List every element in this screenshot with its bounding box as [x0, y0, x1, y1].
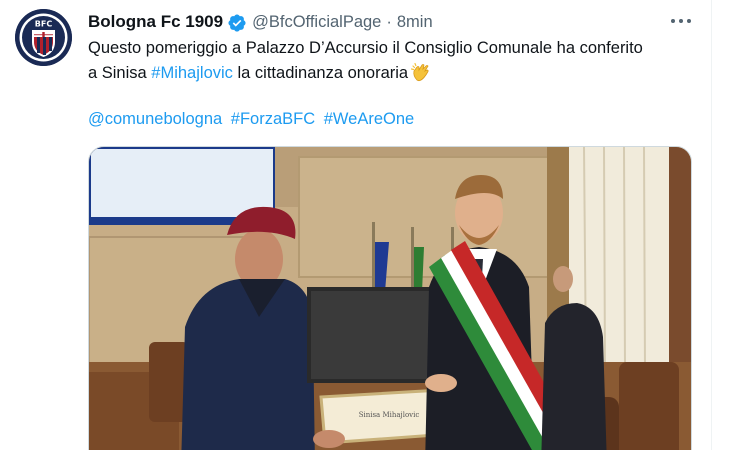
tweet-timestamp[interactable]: 8min — [397, 13, 433, 32]
tweet-links: @comunebologna #ForzaBFC #WeAreOne — [88, 107, 418, 131]
hashtag-weareone[interactable]: #WeAreOne — [324, 110, 415, 128]
tweet-text: Questo pomeriggio a Palazzo D’Accursio i… — [88, 36, 708, 85]
hashtag-mihajlovic[interactable]: #Mihajlovic — [151, 64, 233, 82]
tweet-text-prefix: a Sinisa — [88, 63, 152, 82]
hashtag-forzabfc[interactable]: #ForzaBFC — [231, 110, 315, 128]
tweet-text-suffix: la cittadinanza onoraria — [232, 63, 409, 82]
tweet-text-line-1: Questo pomeriggio a Palazzo D’Accursio i… — [88, 39, 643, 57]
verified-badge-icon — [228, 13, 246, 32]
author-handle[interactable]: @BfcOfficialPage — [252, 13, 381, 32]
author-display-name[interactable]: Bologna Fc 1909 — [88, 12, 223, 32]
more-horizontal-icon[interactable] — [668, 12, 694, 30]
photo-illustration: Sinisa Mihajlovic — [89, 147, 691, 450]
certificate-text: Sinisa Mihajlovic — [359, 411, 420, 419]
mention-comunebologna[interactable]: @comunebologna — [88, 110, 222, 128]
tweet-header: Bologna Fc 1909 @BfcOfficialPage · 8min — [88, 11, 433, 33]
separator-dot: · — [386, 12, 392, 31]
column-divider — [711, 0, 712, 450]
man-left-jacket — [181, 279, 315, 450]
avatar-text: BFC — [35, 20, 53, 29]
bologna-crest-icon: BFC — [15, 9, 72, 66]
tweet-text-line-2: a Sinisa #Mihajlovic la cittadinanza ono… — [88, 61, 708, 86]
avatar[interactable]: BFC — [15, 9, 72, 66]
tweet-photo[interactable]: Sinisa Mihajlovic — [88, 146, 692, 450]
tweet[interactable]: BFC Bologna Fc 1909 @BfcOfficialPage · 8… — [0, 0, 711, 450]
clapping-hands-icon — [411, 62, 429, 81]
